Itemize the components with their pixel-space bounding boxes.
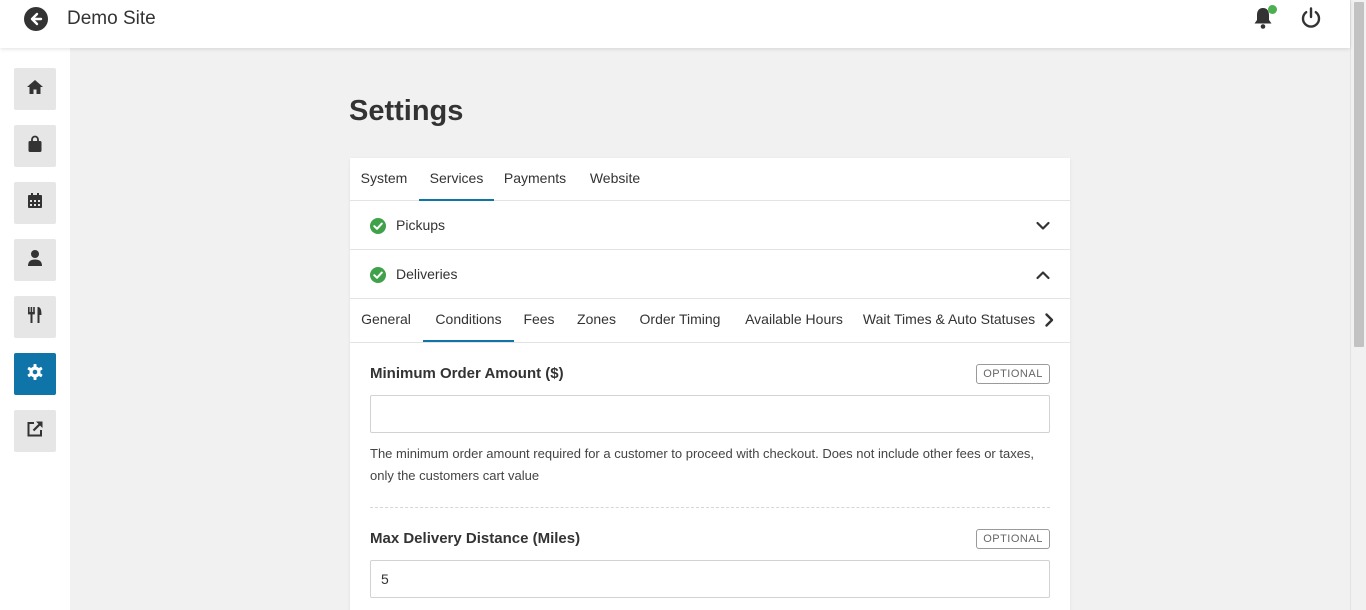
check-circle-icon: [370, 218, 386, 234]
gear-icon: [26, 363, 44, 386]
deliveries-label: Deliveries: [396, 266, 458, 282]
settings-card: System Services Payments Website Pickups…: [350, 158, 1070, 610]
site-title: Demo Site: [67, 8, 156, 29]
sidebar-item-calendar[interactable]: [14, 182, 56, 224]
sidebar-item-settings[interactable]: [14, 353, 56, 395]
sidebar-item-customers[interactable]: [14, 239, 56, 281]
power-icon[interactable]: [1299, 6, 1323, 30]
tab-services[interactable]: Services: [419, 158, 494, 201]
subtab-zones[interactable]: Zones: [570, 299, 623, 342]
notification-indicator: [1268, 5, 1277, 14]
tab-website[interactable]: Website: [580, 158, 650, 201]
calendar-icon: [27, 192, 43, 214]
max-distance-input[interactable]: [370, 560, 1050, 598]
check-circle-icon: [370, 267, 386, 283]
tab-system[interactable]: System: [350, 158, 418, 201]
subtab-general[interactable]: General: [350, 299, 422, 342]
home-icon: [26, 79, 44, 100]
page-scrollbar[interactable]: [1350, 0, 1366, 610]
max-distance-label: Max Delivery Distance (Miles): [370, 530, 581, 547]
chevron-down-icon[interactable]: [1034, 217, 1052, 235]
settings-tabs: System Services Payments Website: [350, 158, 1070, 201]
sidebar: [0, 48, 70, 610]
subtab-wait-times[interactable]: Wait Times & Auto Statuses: [860, 299, 1038, 342]
field-divider: [370, 507, 1050, 508]
min-order-label: Minimum Order Amount ($): [370, 365, 564, 382]
min-order-help-text: The minimum order amount required for a …: [370, 446, 1035, 483]
chevron-right-icon[interactable]: [1038, 309, 1060, 331]
delivery-subtabs: General Conditions Fees Zones Order Timi…: [350, 299, 1070, 343]
user-icon: [27, 249, 43, 272]
external-link-icon: [26, 420, 44, 443]
min-order-input[interactable]: [370, 395, 1050, 433]
sidebar-item-orders[interactable]: [14, 125, 56, 167]
subtab-fees[interactable]: Fees: [516, 299, 562, 342]
pickups-accordion[interactable]: Pickups: [350, 201, 1070, 250]
shopping-bag-icon: [27, 135, 43, 158]
pickups-label: Pickups: [396, 217, 446, 233]
back-arrow-icon[interactable]: [24, 7, 48, 31]
subtab-order-timing[interactable]: Order Timing: [633, 299, 727, 342]
sidebar-item-home[interactable]: [14, 68, 56, 110]
utensils-icon: [26, 306, 44, 329]
page-title: Settings: [349, 95, 464, 127]
scrollbar-thumb[interactable]: [1354, 2, 1364, 347]
sidebar-item-view-site[interactable]: [14, 410, 56, 452]
tab-payments[interactable]: Payments: [496, 158, 574, 201]
optional-badge: OPTIONAL: [976, 364, 1050, 384]
deliveries-accordion[interactable]: Deliveries: [350, 250, 1070, 299]
subtab-conditions[interactable]: Conditions: [423, 299, 514, 342]
notifications-bell-icon[interactable]: [1252, 5, 1277, 32]
subtab-available-hours[interactable]: Available Hours: [739, 299, 849, 342]
top-bar: Demo Site: [0, 0, 1350, 48]
sidebar-item-menus[interactable]: [14, 296, 56, 338]
chevron-up-icon[interactable]: [1034, 266, 1052, 284]
optional-badge: OPTIONAL: [976, 529, 1050, 549]
